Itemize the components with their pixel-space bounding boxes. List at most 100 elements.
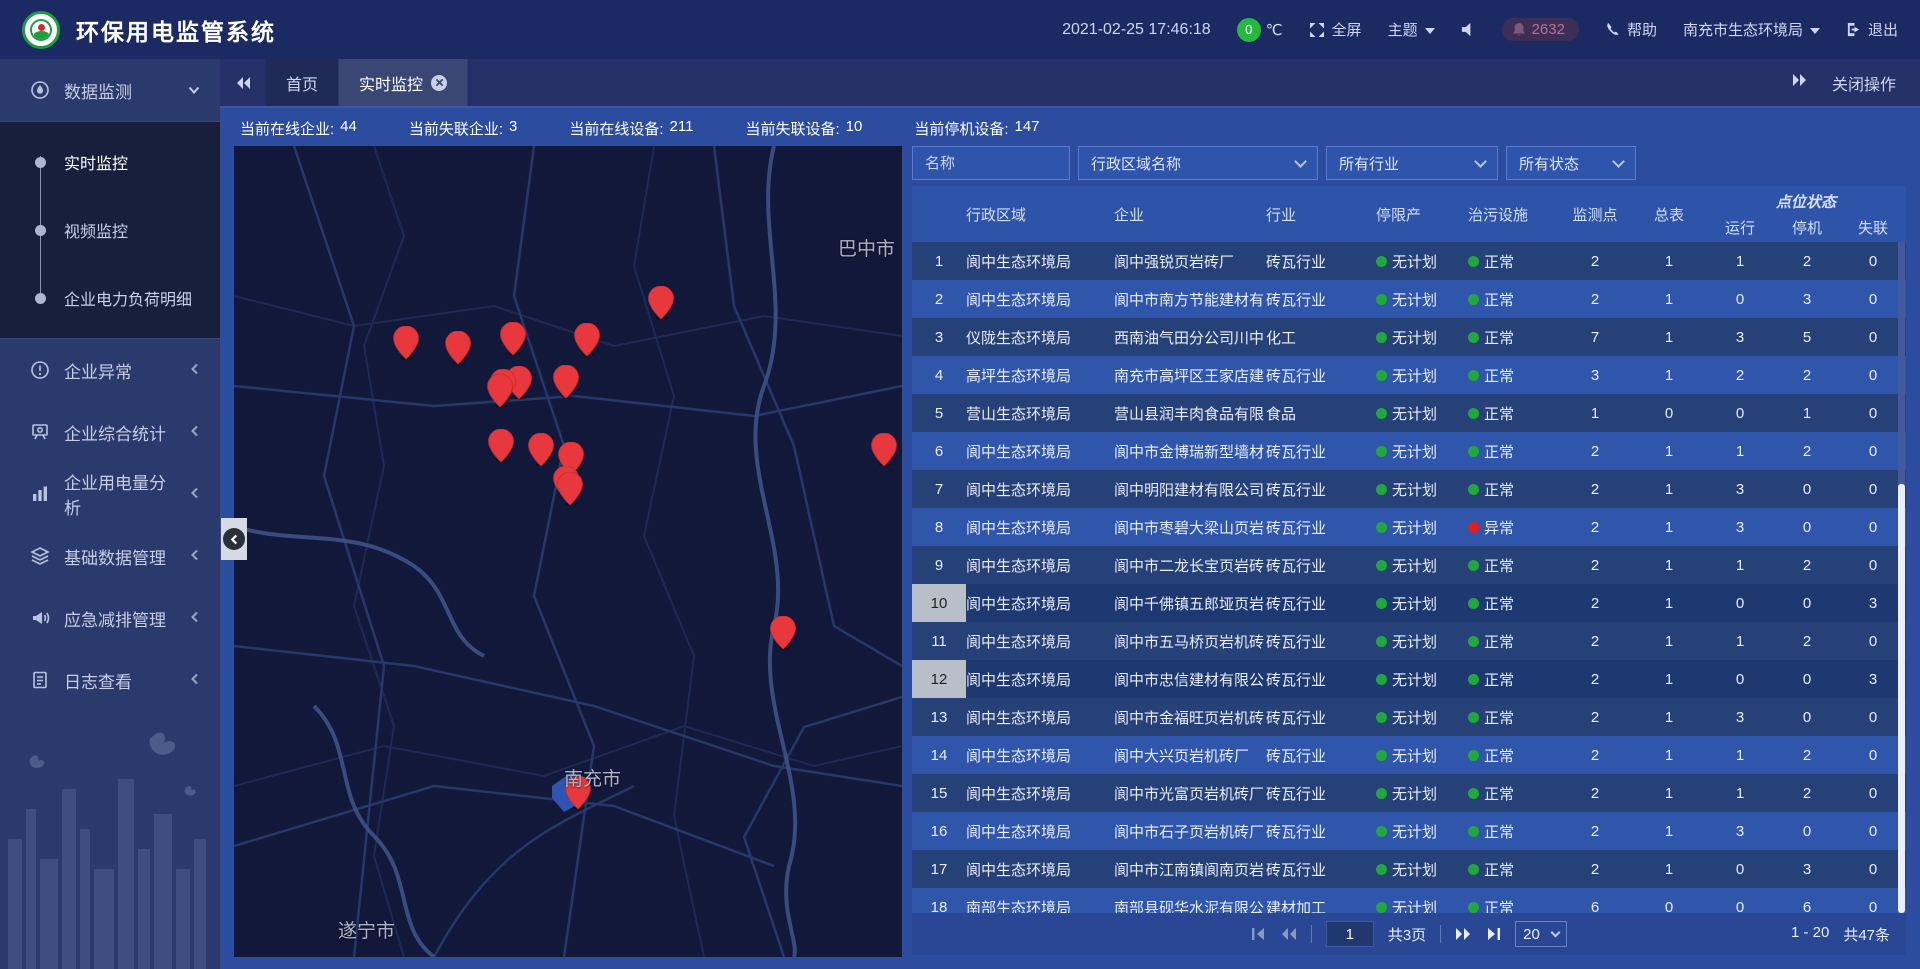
cell-row-number: 1 — [912, 242, 966, 280]
org-dropdown[interactable]: 南充市生态环境局 — [1683, 19, 1820, 40]
cell-offline-text: 0 — [1869, 291, 1877, 308]
sidebar-item-2[interactable]: 企业综合统计 — [0, 401, 220, 463]
cell-stopped: 0 — [1774, 660, 1840, 698]
logout-icon — [1846, 22, 1861, 37]
logout-button[interactable]: 退出 — [1846, 19, 1898, 40]
stat-value: 211 — [670, 118, 694, 139]
name-filter-input[interactable] — [925, 155, 1057, 172]
table-row[interactable]: 4高坪生态环境局南充市高坪区王家店建砖瓦行业无计划正常31220 — [912, 356, 1906, 394]
cell-production: 无计划 — [1376, 736, 1468, 774]
map-pin-icon[interactable] — [487, 374, 513, 408]
table-row[interactable]: 9阆中生态环境局阆中市二龙长宝页岩砖砖瓦行业无计划正常21120 — [912, 546, 1906, 584]
cell-production: 无计划 — [1376, 470, 1468, 508]
cell-production: 无计划 — [1376, 850, 1468, 888]
map-pin-icon[interactable] — [557, 472, 583, 506]
table-row[interactable]: 7阆中生态环境局阆中明阳建材有限公司砖瓦行业无计划正常21300 — [912, 470, 1906, 508]
table-scrollbar-thumb[interactable] — [1898, 484, 1905, 913]
map-pin-icon[interactable] — [528, 433, 554, 467]
tab-close-icon[interactable] — [431, 75, 447, 91]
map-pin-icon[interactable] — [488, 429, 514, 463]
cell-points: 2 — [1558, 432, 1632, 470]
cell-points: 1 — [1558, 394, 1632, 432]
sidebar-item-6[interactable]: 日志查看 — [0, 649, 220, 711]
table-row[interactable]: 13阆中生态环境局阆中市金福旺页岩机砖砖瓦行业无计划正常21300 — [912, 698, 1906, 736]
cell-meters: 0 — [1632, 888, 1706, 913]
table-row[interactable]: 8阆中生态环境局阆中市枣碧大梁山页岩砖瓦行业无计划异常21300 — [912, 508, 1906, 546]
temperature-unit: ℃ — [1266, 21, 1283, 39]
map-pin-icon[interactable] — [574, 323, 600, 357]
cell-region-text: 阆中生态环境局 — [966, 631, 1071, 652]
table-row[interactable]: 2阆中生态环境局阆中市南方节能建材有砖瓦行业无计划正常21030 — [912, 280, 1906, 318]
map-collapse-button[interactable] — [221, 518, 247, 560]
status-dot-green-icon — [1376, 332, 1387, 343]
sidebar-item-0[interactable]: 数据监测 — [0, 59, 220, 121]
cell-offline-text: 0 — [1869, 823, 1877, 840]
table-row[interactable]: 17阆中生态环境局阆中市江南镇阆南页岩砖瓦行业无计划正常21030 — [912, 850, 1906, 888]
prev-page-button[interactable] — [1280, 927, 1297, 941]
table-row[interactable]: 12阆中生态环境局阆中市忠信建材有限公砖瓦行业无计划正常21003 — [912, 660, 1906, 698]
map-pin-icon[interactable] — [648, 286, 674, 320]
region-filter-select[interactable]: 行政区域名称 — [1078, 146, 1318, 180]
stat-value: 44 — [340, 118, 357, 139]
sidebar-subitem-2[interactable]: 企业电力负荷明细 — [0, 264, 220, 332]
table-row[interactable]: 1阆中生态环境局阆中强锐页岩砖厂砖瓦行业无计划正常21120 — [912, 242, 1906, 280]
cell-stopped: 3 — [1774, 280, 1840, 318]
table-row[interactable]: 18南部生态环境局南部县砚华水泥有限公建材加工无计划正常60060 — [912, 888, 1906, 913]
map-pin-icon[interactable] — [553, 365, 579, 399]
cell-points-text: 2 — [1591, 709, 1599, 726]
tabs-scroll-left-button[interactable] — [220, 59, 266, 106]
table-row[interactable]: 3仪陇生态环境局西南油气田分公司川中化工无计划正常71350 — [912, 318, 1906, 356]
table-row[interactable]: 16阆中生态环境局阆中市石子页岩机砖厂砖瓦行业无计划正常21300 — [912, 812, 1906, 850]
sidebar-item-4[interactable]: 基础数据管理 — [0, 525, 220, 587]
cell-production: 无计划 — [1376, 622, 1468, 660]
col-facility: 治污设施 — [1468, 186, 1558, 242]
map-pin-icon[interactable] — [500, 322, 526, 356]
sidebar-item-1[interactable]: 企业异常 — [0, 339, 220, 401]
cell-company: 阆中市石子页岩机砖厂 — [1114, 812, 1266, 850]
cell-row-number-text: 6 — [935, 443, 943, 460]
table-row[interactable]: 11阆中生态环境局阆中市五马桥页岩机砖砖瓦行业无计划正常21120 — [912, 622, 1906, 660]
fullscreen-button[interactable]: 全屏 — [1309, 19, 1362, 40]
cell-offline: 0 — [1840, 470, 1906, 508]
sidebar-item-3[interactable]: 企业用电量分析 — [0, 463, 220, 525]
next-page-button[interactable] — [1455, 927, 1472, 941]
last-page-button[interactable] — [1486, 927, 1501, 941]
status-filter-select[interactable]: 所有状态 — [1506, 146, 1636, 180]
sidebar-subitem-0[interactable]: 实时监控 — [0, 128, 220, 196]
cell-meters-text: 0 — [1665, 405, 1673, 422]
tab-1[interactable]: 实时监控 — [339, 59, 468, 106]
map-pin-icon[interactable] — [393, 326, 419, 360]
cell-offline-text: 0 — [1869, 861, 1877, 878]
cell-facility-text: 正常 — [1484, 289, 1514, 310]
table-row[interactable]: 15阆中生态环境局阆中市光富页岩机砖厂砖瓦行业无计划正常21120 — [912, 774, 1906, 812]
stat-value: 3 — [509, 118, 517, 139]
page-size-select[interactable]: 20 — [1515, 921, 1567, 947]
cell-stopped: 2 — [1774, 622, 1840, 660]
table-row[interactable]: 14阆中生态环境局阆中大兴页岩机砖厂砖瓦行业无计划正常21120 — [912, 736, 1906, 774]
cell-facility: 正常 — [1468, 622, 1558, 660]
map-pin-icon[interactable] — [770, 616, 796, 650]
first-page-button[interactable] — [1251, 927, 1266, 941]
help-button[interactable]: 帮助 — [1605, 19, 1657, 40]
industry-filter-select[interactable]: 所有行业 — [1326, 146, 1498, 180]
tab-0[interactable]: 首页 — [266, 59, 339, 106]
tabs-scroll-right-button[interactable] — [1792, 73, 1808, 92]
cell-facility: 正常 — [1468, 470, 1558, 508]
notification-badge[interactable]: 2632 — [1502, 18, 1579, 41]
cell-company-text: 阆中市金博瑞新型墙材 — [1114, 441, 1264, 462]
sidebar-subitem-1[interactable]: 视频监控 — [0, 196, 220, 264]
theme-dropdown[interactable]: 主题 — [1388, 19, 1435, 40]
table-row[interactable]: 10阆中生态环境局阆中千佛镇五郎垭页岩砖瓦行业无计划正常21003 — [912, 584, 1906, 622]
cell-production-text: 无计划 — [1392, 479, 1437, 500]
map-panel[interactable]: 巴中市南充市遂宁市 — [234, 146, 902, 955]
sidebar-item-5[interactable]: 应急减排管理 — [0, 587, 220, 649]
table-row[interactable]: 5营山生态环境局营山县润丰肉食品有限食品无计划正常10010 — [912, 394, 1906, 432]
map-pin-icon[interactable] — [445, 331, 471, 365]
cell-points: 3 — [1558, 356, 1632, 394]
map-pin-icon[interactable] — [871, 433, 897, 467]
table-row[interactable]: 6阆中生态环境局阆中市金博瑞新型墙材砖瓦行业无计划正常21120 — [912, 432, 1906, 470]
sound-toggle-button[interactable] — [1461, 22, 1476, 37]
cell-facility-text: 正常 — [1484, 441, 1514, 462]
page-number-input[interactable] — [1326, 921, 1374, 947]
close-operations-button[interactable]: 关闭操作 — [1832, 71, 1896, 95]
